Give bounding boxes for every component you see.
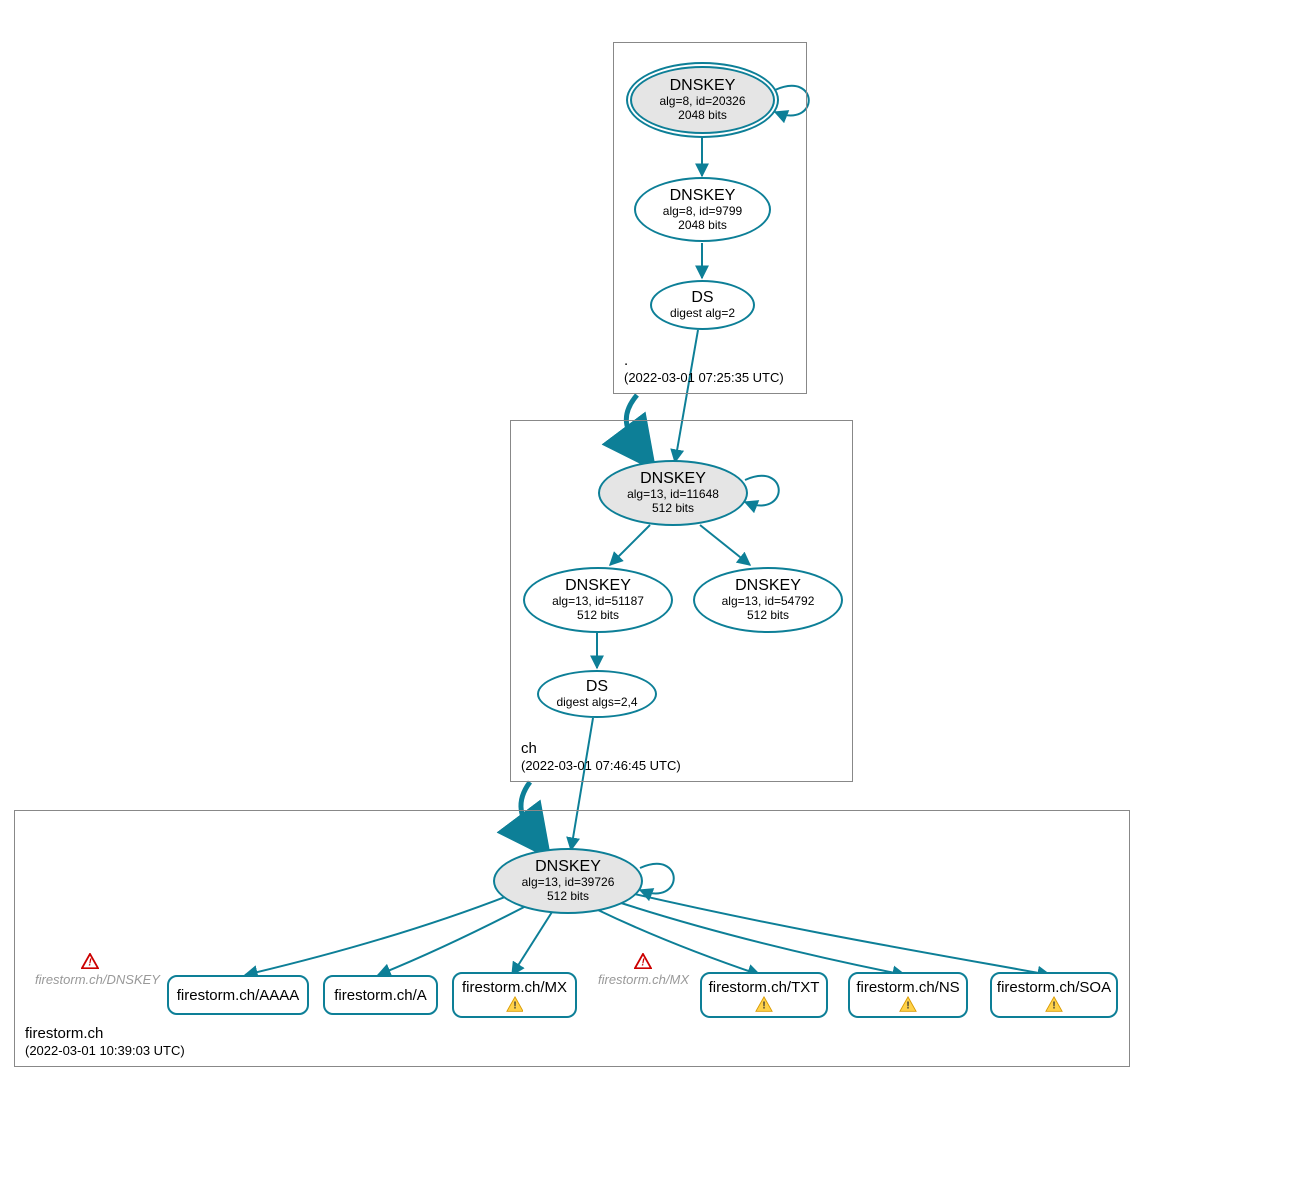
ghost-firestorm-mx: ! firestorm.ch/MX — [598, 953, 688, 987]
warning-icon: ! — [755, 996, 773, 1012]
node-ch-zsk1-l3: 512 bits — [577, 609, 619, 623]
node-ch-ds-l2: digest algs=2,4 — [556, 696, 637, 710]
node-ch-ksk-l1: DNSKEY — [640, 470, 706, 488]
node-root-ksk-l3: 2048 bits — [678, 109, 727, 123]
zone-root-time: (2022-03-01 07:25:35 UTC) — [624, 370, 784, 387]
record-txt-label: firestorm.ch/TXT — [709, 979, 820, 996]
record-mx: firestorm.ch/MX ! — [452, 972, 577, 1018]
node-root-zsk-l1: DNSKEY — [670, 187, 736, 205]
node-root-ds: DS digest alg=2 — [650, 280, 755, 330]
node-firestorm-ksk: DNSKEY alg=13, id=39726 512 bits — [493, 848, 643, 914]
node-root-zsk: DNSKEY alg=8, id=9799 2048 bits — [634, 177, 771, 242]
svg-text:!: ! — [513, 1000, 516, 1011]
zone-firestorm-name: firestorm.ch — [25, 1024, 185, 1044]
zone-ch-label: ch (2022-03-01 07:46:45 UTC) — [521, 739, 681, 775]
zone-firestorm-label: firestorm.ch (2022-03-01 10:39:03 UTC) — [25, 1024, 185, 1060]
record-mx-label: firestorm.ch/MX — [462, 979, 567, 996]
record-ns: firestorm.ch/NS ! — [848, 972, 968, 1018]
node-fs-ksk-l2: alg=13, id=39726 — [522, 876, 615, 890]
warning-icon: ! — [1045, 996, 1063, 1012]
zone-ch-time: (2022-03-01 07:46:45 UTC) — [521, 758, 681, 775]
warning-icon: ! — [506, 996, 524, 1012]
node-ch-ds-l1: DS — [586, 678, 608, 696]
ghost-dnskey-label: firestorm.ch/DNSKEY — [35, 972, 160, 987]
svg-text:!: ! — [762, 1000, 765, 1011]
record-aaaa: firestorm.ch/AAAA — [167, 975, 309, 1015]
zone-root-name: . — [624, 351, 784, 371]
node-root-ksk: DNSKEY alg=8, id=20326 2048 bits — [630, 66, 775, 134]
node-root-zsk-l2: alg=8, id=9799 — [663, 205, 742, 219]
record-aaaa-label: firestorm.ch/AAAA — [177, 987, 300, 1004]
record-soa-label: firestorm.ch/SOA — [997, 979, 1111, 996]
svg-text:!: ! — [906, 1000, 909, 1011]
node-fs-ksk-l1: DNSKEY — [535, 858, 601, 876]
node-root-ksk-l2: alg=8, id=20326 — [659, 95, 745, 109]
diagram-canvas: . (2022-03-01 07:25:35 UTC) DNSKEY alg=8… — [0, 0, 1293, 1183]
error-icon: ! — [634, 953, 652, 969]
node-ch-zsk2: DNSKEY alg=13, id=54792 512 bits — [693, 567, 843, 633]
record-a-label: firestorm.ch/A — [334, 987, 427, 1004]
node-ch-ds: DS digest algs=2,4 — [537, 670, 657, 718]
node-ch-zsk2-l3: 512 bits — [747, 609, 789, 623]
node-ch-zsk1-l2: alg=13, id=51187 — [552, 595, 644, 609]
node-fs-ksk-l3: 512 bits — [547, 890, 589, 904]
record-soa: firestorm.ch/SOA ! — [990, 972, 1118, 1018]
node-ch-zsk1-l1: DNSKEY — [565, 577, 631, 595]
node-ch-ksk-l2: alg=13, id=11648 — [627, 488, 719, 502]
record-txt: firestorm.ch/TXT ! — [700, 972, 828, 1018]
node-root-ds-l2: digest alg=2 — [670, 307, 735, 321]
zone-firestorm-time: (2022-03-01 10:39:03 UTC) — [25, 1043, 185, 1060]
node-ch-ksk-l3: 512 bits — [652, 502, 694, 516]
zone-root-label: . (2022-03-01 07:25:35 UTC) — [624, 351, 784, 387]
ghost-firestorm-dnskey: ! firestorm.ch/DNSKEY — [35, 953, 145, 987]
node-root-zsk-l3: 2048 bits — [678, 219, 727, 233]
record-ns-label: firestorm.ch/NS — [856, 979, 959, 996]
node-root-ksk-l1: DNSKEY — [670, 77, 736, 95]
zone-ch-name: ch — [521, 739, 681, 759]
record-a: firestorm.ch/A — [323, 975, 438, 1015]
node-ch-ksk: DNSKEY alg=13, id=11648 512 bits — [598, 460, 748, 526]
svg-text:!: ! — [1052, 1000, 1055, 1011]
node-ch-zsk2-l2: alg=13, id=54792 — [722, 595, 815, 609]
warning-icon: ! — [899, 996, 917, 1012]
node-ch-zsk1: DNSKEY alg=13, id=51187 512 bits — [523, 567, 673, 633]
node-root-ds-l1: DS — [691, 289, 713, 307]
error-icon: ! — [81, 953, 99, 969]
node-ch-zsk2-l1: DNSKEY — [735, 577, 801, 595]
ghost-mx-label: firestorm.ch/MX — [598, 972, 689, 987]
